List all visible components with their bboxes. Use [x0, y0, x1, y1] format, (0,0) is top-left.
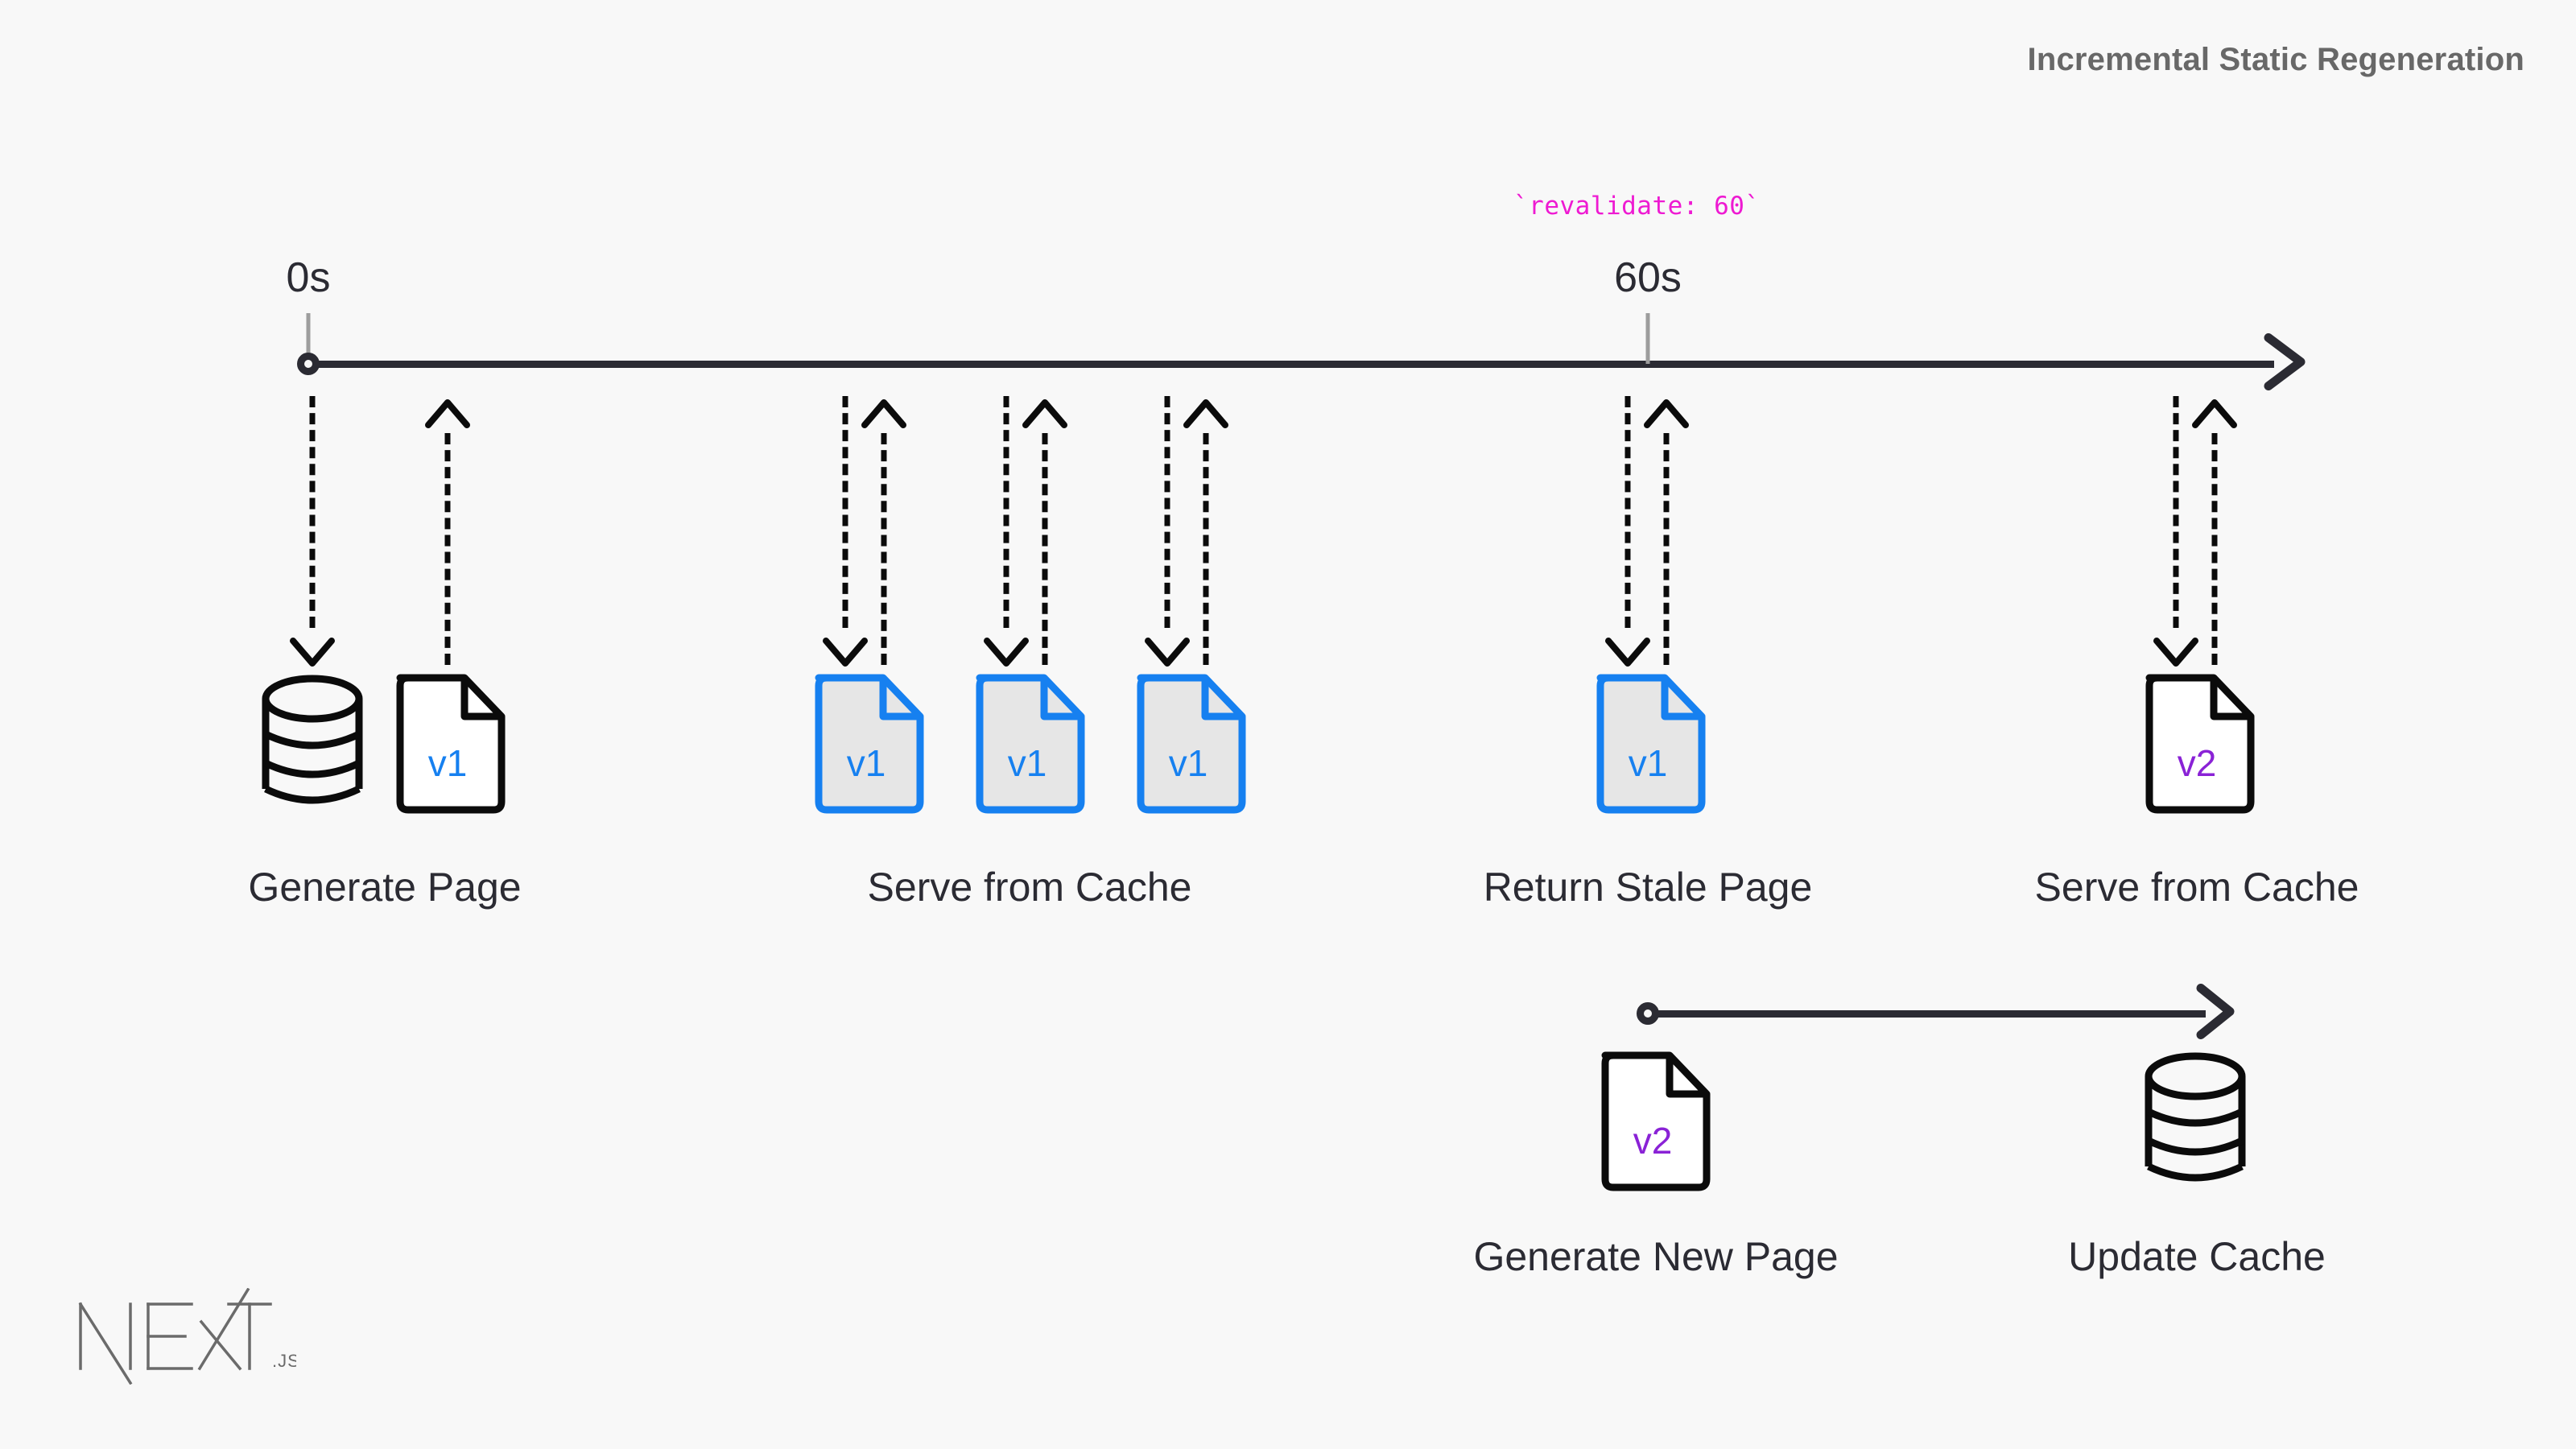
connector-chevron-up-icon [1642, 393, 1690, 439]
timeline-tick-label-60s: 60s [1614, 254, 1682, 301]
node-label-generate-new-page: Generate New Page [1473, 1234, 1839, 1279]
node-label-serve-from-cache-1: Serve from Cache [867, 865, 1192, 910]
connector-chevron-up-icon [860, 393, 908, 439]
svg-text:v2: v2 [2178, 742, 2217, 784]
node-label-generate-page: Generate Page [248, 865, 522, 910]
regeneration-start-dot [1637, 1002, 1659, 1025]
document-icon: v1 [387, 673, 508, 819]
svg-text:v1: v1 [1629, 742, 1668, 784]
connector-dashed-line [881, 433, 887, 665]
svg-text:v1: v1 [428, 742, 468, 784]
connector-chevron-down-icon [1604, 631, 1652, 677]
svg-text:v1: v1 [1008, 742, 1047, 784]
svg-text:v1: v1 [1169, 742, 1208, 784]
timeline-arrowhead-icon [2262, 330, 2318, 398]
node-label-update-cache: Update Cache [2068, 1234, 2326, 1279]
connector-dashed-line [842, 396, 848, 628]
connector-dashed-line [444, 433, 451, 665]
connector-chevron-down-icon [982, 631, 1030, 677]
database-icon [2135, 1051, 2256, 1196]
connector-chevron-up-icon [2190, 393, 2239, 439]
node-label-serve-from-cache-2: Serve from Cache [2034, 865, 2359, 910]
document-icon: v1 [967, 673, 1088, 819]
connector-chevron-down-icon [821, 631, 869, 677]
regeneration-arrowhead-icon [2194, 981, 2246, 1046]
connector-dashed-line [1003, 396, 1009, 628]
timeline-start-dot [297, 353, 320, 375]
timeline-tick-mark [1645, 313, 1650, 364]
connector-chevron-down-icon [2152, 631, 2200, 677]
connector-dashed-line [309, 396, 316, 628]
svg-text:v1: v1 [847, 742, 886, 784]
document-icon: v2 [2136, 673, 2257, 819]
connector-chevron-down-icon [1143, 631, 1191, 677]
regeneration-axis [1648, 1010, 2206, 1018]
connector-dashed-line [2211, 433, 2218, 665]
connector-dashed-line [1042, 433, 1048, 665]
nextjs-logo: .JS [71, 1287, 299, 1389]
diagram-canvas: Incremental Static Regeneration `revalid… [0, 0, 2576, 1449]
document-icon: v2 [1592, 1051, 1713, 1196]
connector-dashed-line [1164, 396, 1170, 628]
document-icon: v1 [1587, 673, 1708, 819]
connector-dashed-line [1624, 396, 1631, 628]
node-label-return-stale-page: Return Stale Page [1483, 865, 1813, 910]
svg-text:.JS: .JS [272, 1351, 296, 1371]
connector-chevron-up-icon [1182, 393, 1230, 439]
document-icon: v1 [806, 673, 927, 819]
connector-chevron-down-icon [288, 631, 336, 677]
page-title: Incremental Static Regeneration [2027, 42, 2524, 77]
connector-dashed-line [1203, 433, 1209, 665]
svg-text:v2: v2 [1633, 1120, 1673, 1162]
timeline-axis [308, 361, 2274, 368]
connector-dashed-line [2173, 396, 2179, 628]
timeline-tick-label-0s: 0s [286, 254, 331, 301]
document-icon: v1 [1128, 673, 1249, 819]
database-icon [252, 673, 373, 819]
connector-dashed-line [1663, 433, 1670, 665]
revalidate-annotation: `revalidate: 60` [1513, 192, 1761, 221]
connector-chevron-up-icon [423, 393, 472, 439]
connector-chevron-up-icon [1021, 393, 1069, 439]
